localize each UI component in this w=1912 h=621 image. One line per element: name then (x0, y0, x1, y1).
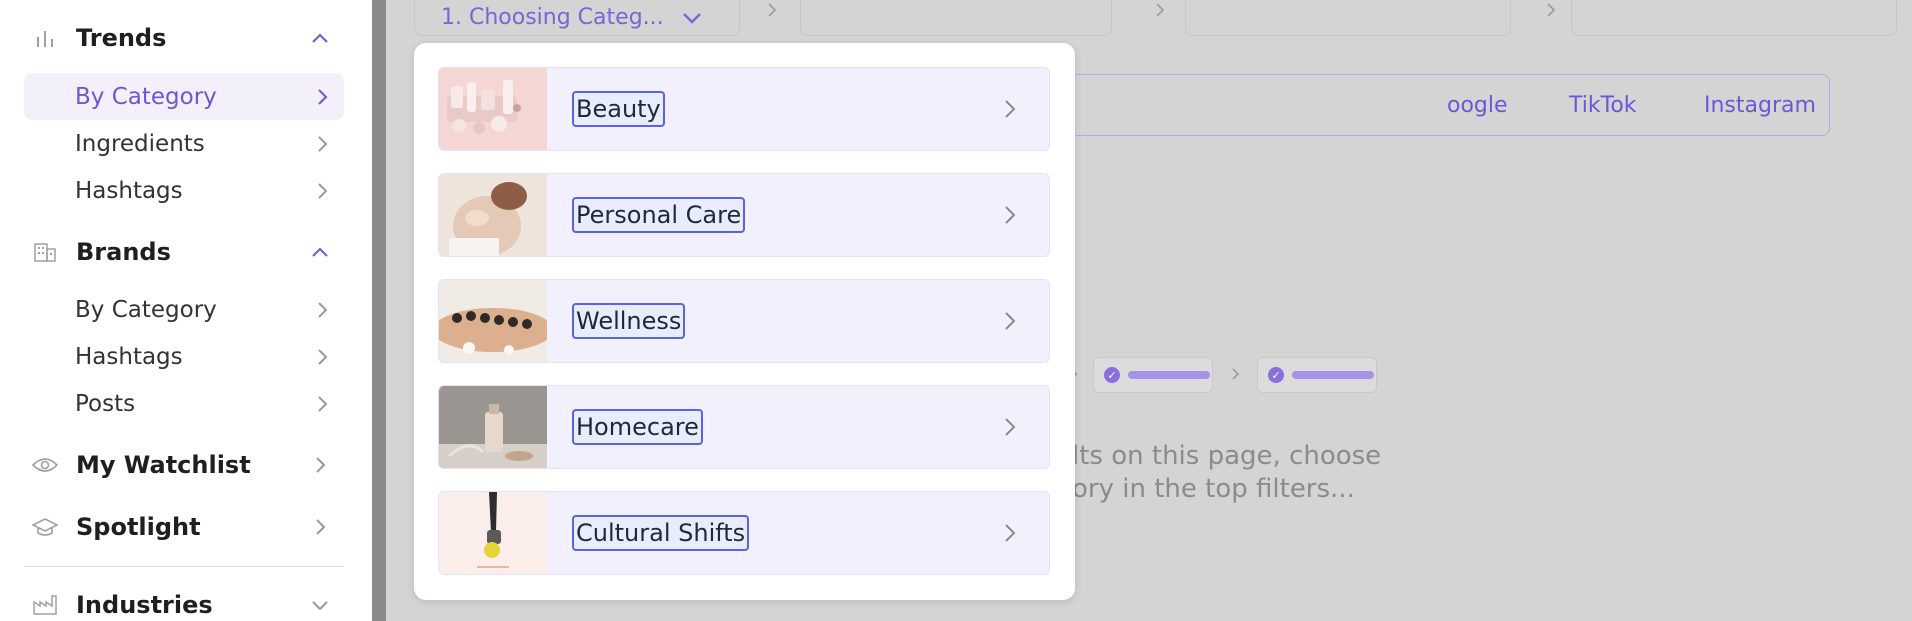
sidebar-section-trends[interactable]: Trends (24, 14, 344, 62)
chevron-down-icon[interactable] (308, 593, 332, 617)
chevron-right-icon (1541, 0, 1561, 20)
category-thumbnail (439, 386, 547, 468)
sidebar-divider-line (24, 566, 344, 567)
sidebar-item-trends-ingredients[interactable]: Ingredients (24, 120, 344, 167)
chevron-right-icon (312, 347, 332, 367)
category-label: Wellness (572, 303, 686, 339)
sidebar-item-trends-by-category[interactable]: By Category (24, 73, 344, 120)
chevron-up-icon[interactable] (308, 26, 332, 50)
sidebar-section-label: Spotlight (76, 513, 201, 541)
chevron-right-icon (312, 300, 332, 320)
category-option-cultural-shifts[interactable]: Cultural Shifts (438, 491, 1050, 575)
sidebar-item-brands-posts[interactable]: Posts (24, 380, 344, 427)
category-option-beauty[interactable]: Beauty (438, 67, 1050, 151)
category-option-personal-care[interactable]: Personal Care (438, 173, 1050, 257)
step-filter-4[interactable] (1571, 0, 1897, 36)
category-thumbnail (439, 492, 547, 574)
sidebar-item-label: By Category (75, 83, 217, 110)
sidebar-item-label: Posts (75, 390, 136, 417)
hint-line-1: lts on this page, choose (1072, 441, 1382, 471)
category-label: Homecare (572, 409, 703, 445)
chevron-right-icon (762, 0, 782, 20)
chevron-right-icon (999, 204, 1021, 226)
sidebar-section-spotlight[interactable]: Spotlight (24, 503, 344, 551)
category-dropdown: Beauty Personal Care Wellness Homecare C… (414, 43, 1075, 600)
sidebar-item-brands-by-category[interactable]: By Category (24, 286, 344, 333)
sidebar: Trends By Category Ingredients Hashtags … (0, 0, 372, 621)
eye-icon (30, 450, 60, 480)
sidebar-section-brands[interactable]: Brands (24, 228, 344, 276)
chevron-right-icon (1232, 368, 1240, 380)
check-icon: ✓ (1104, 367, 1120, 383)
chevron-right-icon (312, 134, 332, 154)
category-option-homecare[interactable]: Homecare (438, 385, 1050, 469)
placeholder-bar (1128, 371, 1210, 379)
sidebar-item-label: Hashtags (75, 177, 183, 204)
category-label: Beauty (572, 91, 665, 127)
chevron-right-icon (999, 310, 1021, 332)
chevron-right-icon (312, 87, 332, 107)
placeholder-step-card: ✓ (1093, 357, 1213, 393)
step-filter-label: 1. Choosing Categ... (441, 5, 664, 30)
chevron-down-icon (682, 12, 702, 24)
chevron-right-icon (999, 98, 1021, 120)
placeholder-step-card: ✓ (1257, 357, 1377, 393)
sidebar-section-label: Industries (76, 591, 213, 619)
sidebar-section-label: Brands (76, 238, 171, 266)
bar-chart-icon (30, 23, 60, 53)
chevron-right-icon (999, 522, 1021, 544)
category-label: Personal Care (572, 197, 746, 233)
sidebar-item-label: By Category (75, 296, 217, 323)
step-filter-category[interactable]: 1. Choosing Categ... (414, 0, 740, 36)
chevron-right-icon (308, 453, 332, 477)
sidebar-item-label: Ingredients (75, 130, 205, 157)
tab-google[interactable]: oogle (1447, 93, 1508, 118)
tab-tiktok[interactable]: TikTok (1569, 93, 1637, 118)
building-icon (30, 237, 60, 267)
sidebar-item-trends-hashtags[interactable]: Hashtags (24, 167, 344, 214)
sidebar-section-label: Trends (76, 24, 167, 52)
source-tabs: oogle TikTok Instagram (1052, 74, 1830, 136)
sidebar-section-industries[interactable]: Industries (24, 581, 344, 621)
sidebar-scrollbar[interactable] (372, 0, 386, 621)
step-filter-2[interactable] (800, 0, 1112, 36)
chevron-up-icon[interactable] (308, 240, 332, 264)
check-icon: ✓ (1268, 367, 1284, 383)
chevron-right-icon (312, 181, 332, 201)
sidebar-section-watchlist[interactable]: My Watchlist (24, 441, 344, 489)
tab-instagram[interactable]: Instagram (1704, 93, 1816, 118)
graduation-cap-icon (30, 512, 60, 542)
empty-state-hint: lts on this page, choose ory in the top … (1072, 440, 1381, 506)
category-thumbnail (439, 280, 547, 362)
chevron-right-icon (999, 416, 1021, 438)
category-option-wellness[interactable]: Wellness (438, 279, 1050, 363)
chevron-right-icon (312, 394, 332, 414)
category-thumbnail (439, 174, 547, 256)
step-filter-3[interactable] (1185, 0, 1511, 36)
category-label: Cultural Shifts (572, 515, 750, 551)
hint-line-2: ory in the top filters... (1072, 474, 1355, 504)
category-thumbnail (439, 68, 547, 150)
chevron-right-icon (308, 515, 332, 539)
chevron-right-icon (1150, 0, 1170, 20)
sidebar-item-label: Hashtags (75, 343, 183, 370)
placeholder-bar (1292, 371, 1374, 379)
sidebar-item-brands-hashtags[interactable]: Hashtags (24, 333, 344, 380)
factory-icon (30, 590, 60, 620)
sidebar-section-label: My Watchlist (76, 451, 251, 479)
